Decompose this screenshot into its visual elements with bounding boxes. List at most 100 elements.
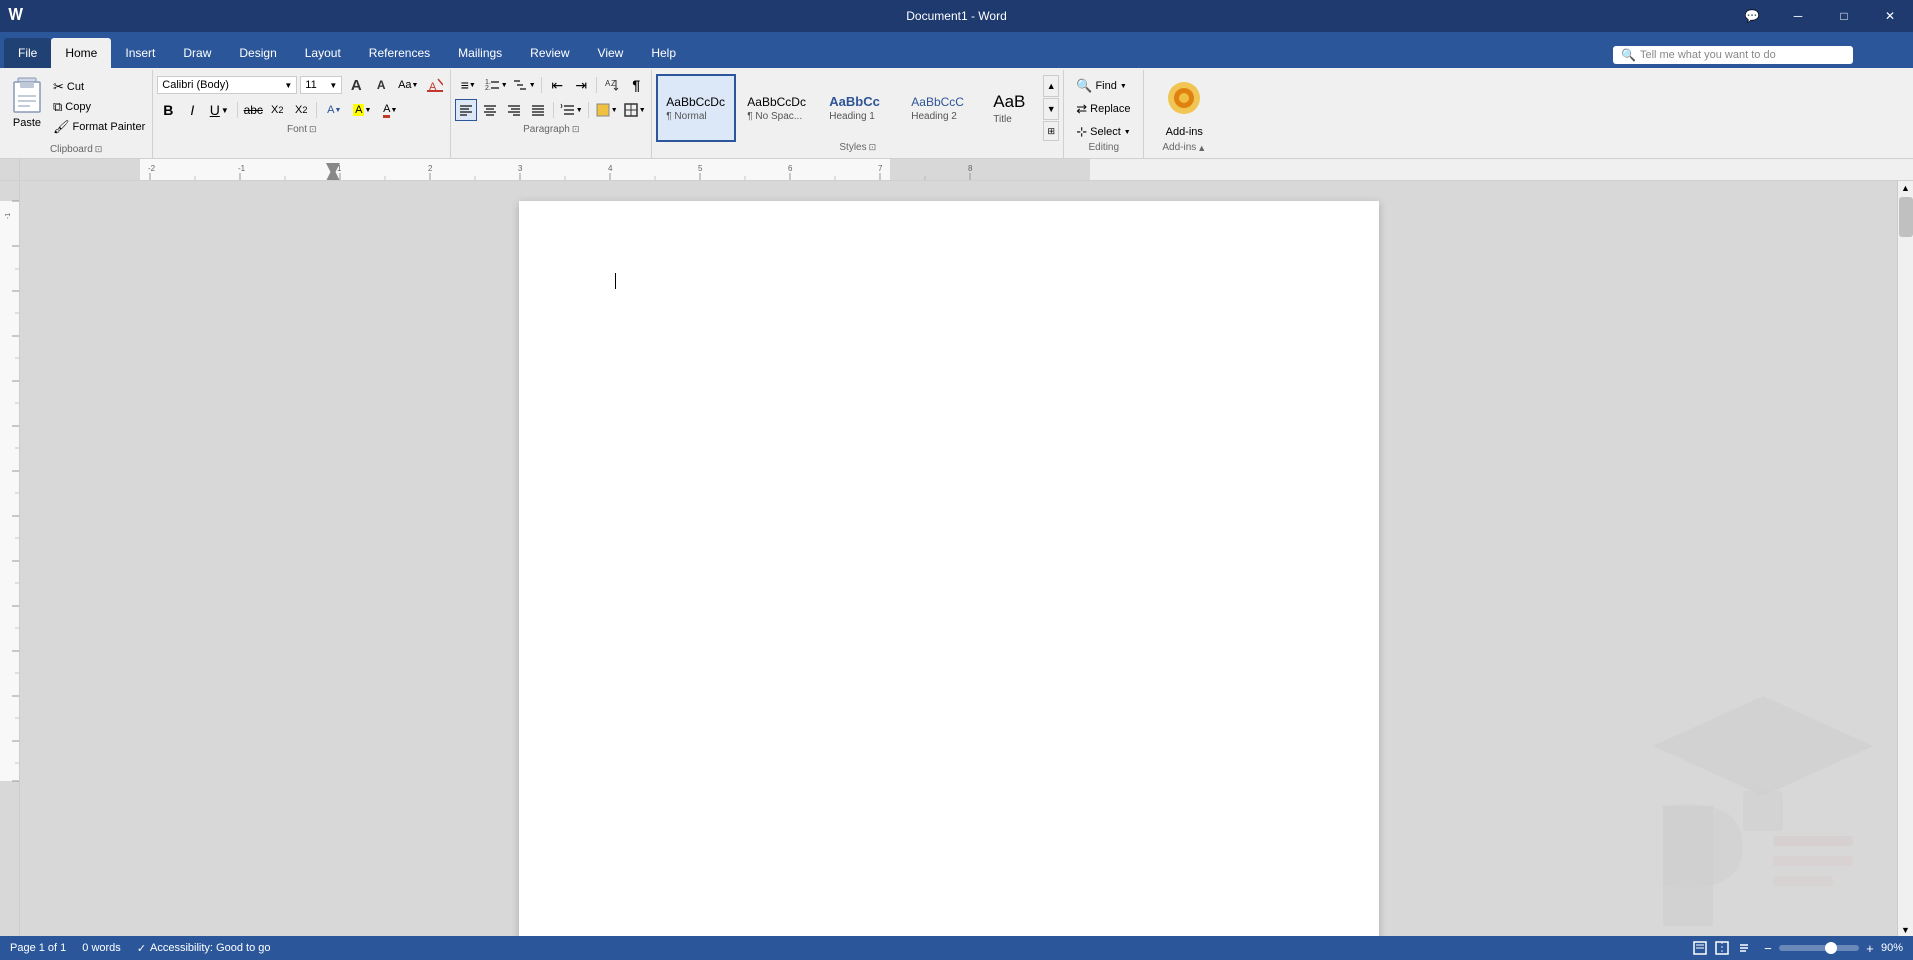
addins-collapse-icon[interactable]: ▲: [1197, 143, 1206, 153]
increase-indent-button[interactable]: ⇥: [570, 74, 592, 96]
replace-button[interactable]: ⇄ Replace: [1072, 99, 1135, 119]
scrollbar-thumb[interactable]: [1899, 197, 1913, 237]
addins-button[interactable]: Add-ins: [1166, 72, 1203, 142]
chat-button[interactable]: 💬: [1729, 0, 1775, 32]
document-area[interactable]: [20, 181, 1897, 937]
find-button[interactable]: 🔍 Find ▼: [1072, 76, 1135, 96]
style-heading2-box[interactable]: AaBbCcC Heading 2: [902, 74, 982, 142]
strikethrough-button[interactable]: abc: [242, 99, 264, 121]
align-center-button[interactable]: [479, 99, 501, 121]
justify-button[interactable]: [527, 99, 549, 121]
paste-button[interactable]: Paste: [4, 74, 50, 131]
ribbon-tabs: File Home Insert Draw Design Layout Refe…: [0, 32, 1913, 68]
select-dropdown-icon: ▼: [1124, 129, 1131, 136]
style-normal-box[interactable]: AaBbCcDc ¶ Normal: [656, 74, 736, 142]
font-row1: Calibri (Body) ▼ 11 ▼ A A Aa▼ A: [157, 72, 446, 96]
tab-design[interactable]: Design: [225, 38, 290, 68]
select-button[interactable]: ⊹ Select ▼: [1072, 122, 1135, 142]
text-effects-button[interactable]: A▼: [321, 99, 347, 121]
tab-file[interactable]: File: [4, 38, 51, 68]
superscript-button[interactable]: X2: [290, 99, 312, 121]
svg-text:1: 1: [337, 164, 342, 173]
ruler-corner: [0, 159, 20, 180]
maximize-button[interactable]: □: [1821, 0, 1867, 32]
font-grow-button[interactable]: A: [345, 74, 367, 96]
search-placeholder: Tell me what you want to do: [1640, 49, 1776, 61]
clipboard-group-label: Clipboard ⊡: [4, 144, 148, 158]
numbering-button[interactable]: 1. 2. ▼: [483, 74, 509, 96]
style-title-box[interactable]: AaB Title: [984, 74, 1039, 142]
zoom-slider-thumb[interactable]: [1825, 942, 1837, 954]
focus-mode-btn[interactable]: [1735, 939, 1753, 957]
scrollbar-down-btn[interactable]: ▼: [1899, 923, 1913, 937]
shading-button[interactable]: ▼: [593, 99, 619, 121]
italic-button[interactable]: I: [181, 99, 203, 121]
document-page[interactable]: [519, 201, 1379, 937]
clipboard-group: Paste ✂ Cut ⧉ Copy 🖌 Format Painter Clip…: [0, 70, 153, 158]
sort-button[interactable]: A Z: [601, 74, 623, 96]
svg-text:-1: -1: [238, 164, 246, 173]
format-painter-button[interactable]: 🖌 Format Painter: [50, 118, 148, 136]
clipboard-content: Paste ✂ Cut ⧉ Copy 🖌 Format Painter: [4, 70, 148, 144]
styles-content: AaBbCcDc ¶ Normal AaBbCcDc ¶ No Spac... …: [656, 72, 1059, 142]
clear-formatting-button[interactable]: A: [424, 74, 446, 96]
font-name-select[interactable]: Calibri (Body) ▼: [157, 76, 297, 94]
tab-review[interactable]: Review: [516, 38, 583, 68]
tab-layout[interactable]: Layout: [291, 38, 355, 68]
styles-expand-icon[interactable]: ⊡: [869, 142, 877, 153]
styles-scroll-down[interactable]: ▼: [1043, 98, 1059, 120]
highlight-button[interactable]: A▼: [349, 99, 375, 121]
borders-button[interactable]: ▼: [621, 99, 647, 121]
paragraph-expand-icon[interactable]: ⊡: [572, 124, 580, 135]
minimize-button[interactable]: ─: [1775, 0, 1821, 32]
tab-references[interactable]: References: [355, 38, 444, 68]
accessibility-status[interactable]: ✓ Accessibility: Good to go: [137, 942, 271, 955]
tab-view[interactable]: View: [584, 38, 638, 68]
scrollbar-vertical[interactable]: ▲ ▼: [1897, 181, 1913, 937]
svg-text:2.: 2.: [485, 85, 491, 92]
line-spacing-button[interactable]: ▼: [558, 99, 584, 121]
title-sample: AaB: [993, 92, 1030, 112]
align-right-button[interactable]: [503, 99, 525, 121]
help-search-bar[interactable]: 🔍 Tell me what you want to do: [1613, 46, 1853, 64]
zoom-level[interactable]: 90%: [1881, 942, 1903, 954]
font-expand-icon[interactable]: ⊡: [309, 124, 317, 135]
cut-button[interactable]: ✂ Cut: [50, 78, 148, 96]
style-heading1-box[interactable]: AaBbCc Heading 1: [820, 74, 900, 142]
font-size-select[interactable]: 11 ▼: [300, 76, 342, 94]
clipboard-expand-icon[interactable]: ⊡: [95, 144, 103, 155]
zoom-slider[interactable]: [1779, 945, 1859, 951]
scrollbar-up-btn[interactable]: ▲: [1899, 181, 1913, 195]
web-layout-btn[interactable]: [1713, 939, 1731, 957]
bullets-button[interactable]: ≡▼: [455, 74, 481, 96]
show-marks-button[interactable]: ¶: [625, 74, 647, 96]
align-left-button[interactable]: [455, 99, 477, 121]
tab-insert[interactable]: Insert: [111, 38, 169, 68]
zoom-in-btn[interactable]: +: [1863, 941, 1877, 955]
tab-draw[interactable]: Draw: [169, 38, 225, 68]
print-layout-btn[interactable]: [1691, 939, 1709, 957]
accessibility-icon: ✓: [137, 942, 146, 955]
tab-home[interactable]: Home: [51, 38, 111, 68]
svg-text:3: 3: [518, 164, 523, 173]
style-no-spacing-box[interactable]: AaBbCcDc ¶ No Spac...: [738, 74, 818, 142]
font-shrink-button[interactable]: A: [370, 74, 392, 96]
normal-sample: AaBbCcDc: [666, 95, 726, 109]
replace-icon: ⇄: [1076, 101, 1087, 117]
close-button[interactable]: ✕: [1867, 0, 1913, 32]
tab-mailings[interactable]: Mailings: [444, 38, 516, 68]
heading1-label: Heading 1: [829, 111, 891, 122]
change-case-button[interactable]: Aa▼: [395, 74, 421, 96]
subscript-button[interactable]: X2: [266, 99, 288, 121]
zoom-out-btn[interactable]: −: [1761, 941, 1775, 955]
multilevel-button[interactable]: ▼: [511, 74, 537, 96]
styles-expand-btn[interactable]: ⊞: [1043, 121, 1059, 141]
underline-button[interactable]: U▼: [205, 99, 233, 121]
decrease-indent-button[interactable]: ⇤: [546, 74, 568, 96]
vertical-ruler: -1: [0, 181, 20, 937]
styles-scroll-up[interactable]: ▲: [1043, 75, 1059, 97]
copy-button[interactable]: ⧉ Copy: [50, 98, 148, 116]
tab-help[interactable]: Help: [637, 38, 690, 68]
font-color-button[interactable]: A▼: [377, 99, 403, 121]
bold-button[interactable]: B: [157, 99, 179, 121]
